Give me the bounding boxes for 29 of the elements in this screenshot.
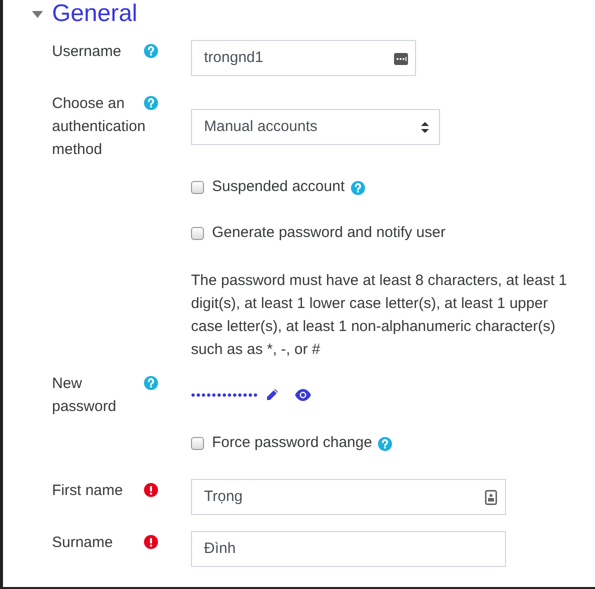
field-label: First name — [52, 481, 124, 501]
field-label: Choose an authentication method — [52, 94, 144, 160]
help-icon[interactable] — [378, 436, 392, 450]
help-icon[interactable] — [144, 376, 158, 390]
section-title[interactable]: General — [52, 0, 138, 28]
collapse-caret-icon[interactable] — [32, 11, 43, 18]
dots-icon[interactable] — [394, 53, 408, 65]
eye-icon[interactable] — [294, 388, 311, 400]
contact-card-icon[interactable] — [485, 490, 497, 505]
help-icon[interactable] — [350, 180, 365, 194]
masked-password[interactable]: ••••••••••••• — [191, 386, 259, 404]
checkbox[interactable] — [191, 437, 204, 450]
checkbox[interactable] — [191, 181, 204, 194]
checkbox-label[interactable]: Suspended account — [212, 176, 345, 199]
checkbox[interactable] — [191, 227, 204, 240]
select-dropdown[interactable]: Manual accounts — [191, 109, 440, 145]
sort-arrows-icon — [421, 122, 429, 132]
text-field[interactable]: Đình — [191, 531, 506, 567]
text-field[interactable]: trongnd1 — [191, 40, 416, 76]
password-policy-text: The password must have at least 8 characters, at least 1 digit(s), at least 1 lower case letter(s), at least 1 upper case letter(s), at least 1 non-alphanumeric character(s) such as as *, -, or # — [191, 271, 568, 360]
help-icon[interactable] — [144, 44, 158, 58]
checkbox-label[interactable]: Force password change — [212, 432, 372, 455]
field-label: New password — [52, 374, 118, 417]
checkbox-label[interactable]: Generate password and notify user — [212, 222, 446, 245]
field-label: Surname — [52, 533, 114, 553]
field-label: Username — [52, 42, 122, 62]
help-icon[interactable] — [144, 96, 158, 110]
text-field[interactable]: Trọng — [191, 479, 506, 515]
pencil-icon[interactable] — [264, 388, 279, 402]
